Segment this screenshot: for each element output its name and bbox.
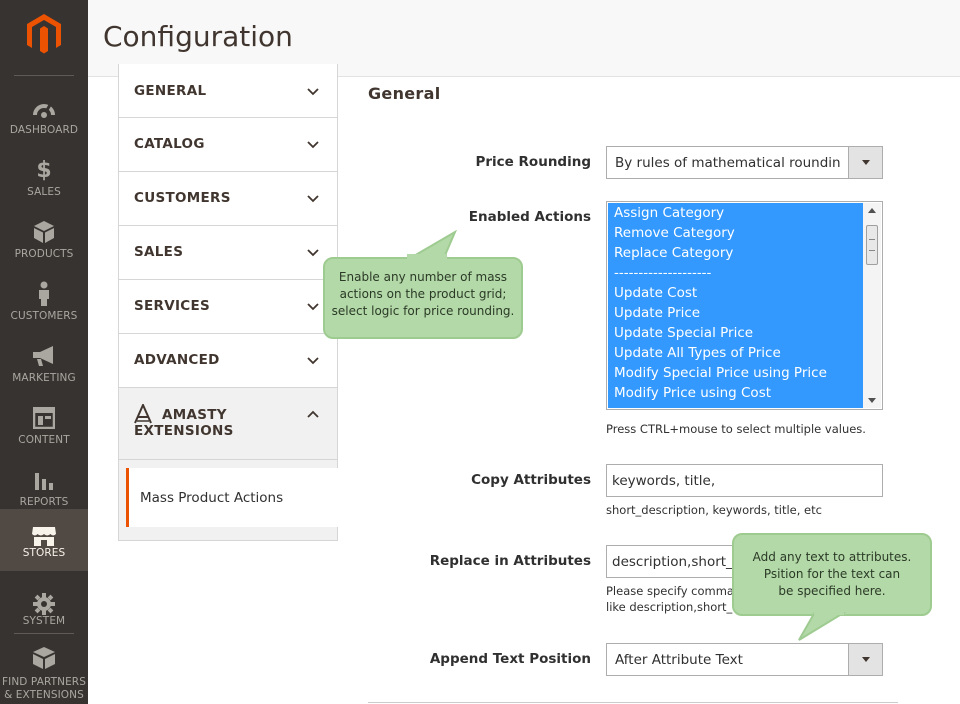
- multiselect-options[interactable]: Assign Category Remove Category Replace …: [608, 203, 863, 408]
- tab-label: EXTENSIONS: [134, 423, 234, 439]
- nav-label: STORES: [22, 547, 66, 559]
- magento-logo-icon[interactable]: [24, 12, 64, 56]
- multiselect-option[interactable]: Update Special Price: [608, 323, 863, 343]
- submenu-item-label: Mass Product Actions: [140, 490, 284, 506]
- section-divider: [368, 702, 898, 703]
- sidebar-divider: [14, 75, 74, 76]
- megaphone-icon: [33, 346, 53, 366]
- tooltip-enabled-actions: Enable any number of mass actions on the…: [323, 257, 523, 339]
- sidebar-divider: [14, 633, 74, 634]
- dropdown-arrow-icon[interactable]: [848, 147, 882, 178]
- nav-dashboard[interactable]: DASHBOARD: [0, 85, 88, 147]
- tab-label: CATALOG: [134, 136, 205, 152]
- nav-label: DASHBOARD: [9, 124, 79, 136]
- person-icon: [39, 281, 49, 306]
- nav-label: MARKETING: [12, 372, 76, 384]
- select-value: After Attribute Text: [615, 652, 743, 668]
- tab-label: GENERAL: [134, 83, 207, 99]
- select-value: By rules of mathematical rounding: [615, 155, 841, 171]
- scrollbar-thumb[interactable]: [866, 225, 878, 265]
- scrollbar[interactable]: [863, 203, 881, 408]
- admin-sidebar: DASHBOARD $ SALES PRODUCTS CUSTOMERS MAR…: [0, 0, 88, 704]
- tooltip-pointer-cover: [407, 254, 447, 262]
- multiselect-option[interactable]: Update Price: [608, 303, 863, 323]
- tooltip-attributes: Add any text to attributes. Psition for …: [732, 533, 932, 616]
- enabled-actions-note: Press CTRL+mouse to select multiple valu…: [606, 422, 866, 436]
- price-rounding-select[interactable]: By rules of mathematical rounding: [606, 146, 883, 179]
- nav-label: SYSTEM: [22, 615, 66, 627]
- chevron-down-icon: [307, 303, 319, 311]
- nav-label: CUSTOMERS: [10, 310, 78, 322]
- nav-find-partners[interactable]: FIND PARTNERS & EXTENSIONS: [0, 640, 88, 702]
- nav-content[interactable]: CONTENT: [0, 395, 88, 457]
- gear-icon: [33, 593, 55, 615]
- multiselect-option[interactable]: Modify Special Price using Price: [608, 363, 863, 383]
- tab-services[interactable]: SERVICES: [118, 280, 338, 334]
- scroll-up-icon[interactable]: [868, 208, 876, 213]
- speedometer-icon: [33, 104, 55, 118]
- replace-in-attributes-note: Please specify comma like description,sho…: [606, 584, 740, 614]
- amasty-logo-icon: [134, 404, 152, 424]
- page-title: Configuration: [103, 20, 293, 53]
- box-icon: [33, 647, 55, 669]
- tab-label: ADVANCED: [134, 352, 220, 368]
- multiselect-option[interactable]: Modify Price using Cost: [608, 383, 863, 403]
- nav-label: FIND PARTNERS & EXTENSIONS: [2, 676, 86, 701]
- multiselect-option[interactable]: Update All Types of Price: [608, 343, 863, 363]
- replace-in-attributes-label: Replace in Attributes: [429, 553, 591, 569]
- scroll-down-icon[interactable]: [868, 398, 876, 403]
- nav-products[interactable]: PRODUCTS: [0, 209, 88, 271]
- chevron-down-icon: [307, 141, 319, 149]
- multiselect-option[interactable]: Replace Category: [608, 243, 863, 263]
- tab-label: CUSTOMERS: [134, 190, 231, 206]
- copy-attributes-note: short_description, keywords, title, etc: [606, 503, 822, 517]
- tab-label: AMASTY: [162, 407, 227, 423]
- input-value: keywords, title,: [612, 473, 716, 489]
- append-text-position-select[interactable]: After Attribute Text: [606, 643, 883, 676]
- chevron-up-icon: [307, 410, 319, 418]
- input-value: description,short_d: [612, 554, 742, 570]
- store-icon: [32, 527, 56, 546]
- nav-label: PRODUCTS: [14, 248, 74, 260]
- tab-label: SALES: [134, 244, 184, 260]
- chevron-down-icon: [307, 195, 319, 203]
- cube-icon: [34, 221, 54, 243]
- dropdown-arrow-icon[interactable]: [848, 644, 882, 675]
- layout-icon: [33, 407, 55, 429]
- dollar-icon: $: [36, 157, 52, 183]
- copy-attributes-label: Copy Attributes: [471, 472, 591, 488]
- nav-marketing[interactable]: MARKETING: [0, 333, 88, 395]
- tab-catalog[interactable]: CATALOG: [118, 118, 338, 172]
- nav-label: REPORTS: [19, 496, 69, 508]
- tabs-footer: [118, 527, 338, 541]
- nav-stores[interactable]: STORES: [0, 509, 88, 571]
- chevron-down-icon: [307, 249, 319, 257]
- multiselect-option[interactable]: Update Cost: [608, 283, 863, 303]
- multiselect-option[interactable]: Assign Category: [608, 203, 863, 223]
- tooltip-pointer: [798, 612, 846, 641]
- tab-amasty-extensions[interactable]: AMASTY EXTENSIONS: [118, 388, 338, 460]
- price-rounding-label: Price Rounding: [475, 154, 592, 170]
- tab-customers[interactable]: CUSTOMERS: [118, 172, 338, 226]
- tab-sales[interactable]: SALES: [118, 226, 338, 280]
- multiselect-option[interactable]: Remove Category: [608, 223, 863, 243]
- nav-customers[interactable]: CUSTOMERS: [0, 271, 88, 333]
- chevron-down-icon: [307, 88, 319, 96]
- tab-advanced[interactable]: ADVANCED: [118, 334, 338, 388]
- enabled-actions-label: Enabled Actions: [468, 209, 591, 225]
- nav-sales[interactable]: $ SALES: [0, 147, 88, 209]
- submenu-item-mass-product-actions[interactable]: Mass Product Actions: [126, 468, 338, 528]
- bar-chart-icon: [35, 473, 53, 490]
- nav-label: SALES: [27, 186, 61, 198]
- multiselect-option[interactable]: --------------------: [608, 263, 863, 283]
- chevron-down-icon: [307, 357, 319, 365]
- copy-attributes-input[interactable]: keywords, title,: [606, 464, 883, 497]
- append-text-position-label: Append Text Position: [429, 651, 591, 667]
- section-title: General: [368, 84, 441, 103]
- nav-label: CONTENT: [18, 434, 70, 446]
- tab-general[interactable]: GENERAL: [118, 64, 338, 118]
- enabled-actions-multiselect[interactable]: Assign Category Remove Category Replace …: [606, 201, 883, 410]
- tab-label: SERVICES: [134, 298, 211, 314]
